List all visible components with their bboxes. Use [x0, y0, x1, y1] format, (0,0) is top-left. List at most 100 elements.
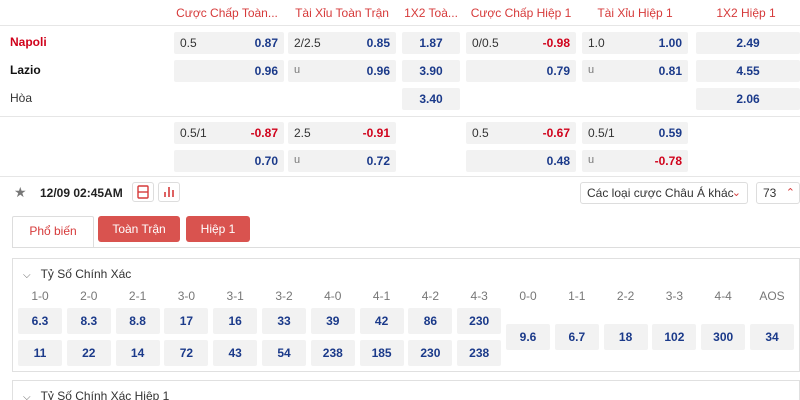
score-odds-cell[interactable]: 34 [750, 324, 794, 350]
chevron-down-icon: ⌄ [731, 187, 741, 199]
odds-value: 1.00 [658, 36, 682, 50]
correct-score-header[interactable]: ⌵ Tỷ Số Chính Xác [23, 267, 131, 281]
score-label: 2-0 [80, 289, 98, 303]
under-marker: u [588, 64, 595, 76]
score-label: 3-2 [275, 289, 293, 303]
odds-cell-1x2[interactable]: 3.40 [402, 88, 460, 110]
odds-cell-over-under[interactable]: u 0.72 [288, 150, 396, 172]
header-1x2-full: 1X2 Toà... [404, 6, 458, 20]
chevron-down-icon: ⌵ [23, 392, 31, 400]
odds-cell-over-under[interactable]: u 0.96 [288, 60, 396, 82]
odds-cell-over-under-h1[interactable]: 1.0 1.00 [582, 32, 688, 54]
score-label: 0-0 [519, 289, 537, 303]
score-odds-cell[interactable]: 8.3 [66, 308, 111, 334]
header-divider [0, 25, 800, 26]
score-odds-cell[interactable]: 72 [164, 340, 209, 366]
score-label: AOS [759, 289, 785, 303]
odds-cell-over-under-h1[interactable]: 0.5/1 0.59 [582, 122, 688, 144]
odds-cell-1x2[interactable]: 3.90 [402, 60, 460, 82]
team-draw: Hòa [10, 91, 33, 105]
odds-cell-handicap[interactable]: 0.5 0.87 [174, 32, 284, 54]
market-count-toggle[interactable]: 73 ⌃ [756, 182, 800, 204]
odds-value: 0.85 [366, 36, 390, 50]
score-odds-cell[interactable]: 54 [262, 340, 306, 366]
odds-value: 0.87 [254, 36, 278, 50]
score-odds-cell[interactable]: 185 [359, 340, 404, 366]
correct-score-h1-header[interactable]: ⌵ Tỷ Số Chính Xác Hiệp 1 [23, 389, 169, 400]
score-label: 4-4 [714, 289, 732, 303]
tab-popular[interactable]: Phổ biến [12, 216, 94, 248]
score-label: 3-0 [177, 289, 196, 303]
score-odds-cell[interactable]: 8.8 [115, 308, 160, 334]
total-line: 1.0 [588, 36, 605, 50]
handicap-line: 0.5 [180, 36, 197, 50]
odds-cell-1x2[interactable]: 1.87 [402, 32, 460, 54]
tabs-divider [12, 247, 800, 248]
market-type-dropdown[interactable]: Các loại cược Châu Á khác ⌄ [580, 182, 748, 204]
correct-score-title: Tỷ Số Chính Xác [40, 267, 132, 281]
odds-cell-handicap-h1[interactable]: 0.79 [466, 60, 576, 82]
score-odds-cell[interactable]: 9.6 [506, 324, 550, 350]
tab-full-match[interactable]: Toàn Trận [98, 216, 180, 242]
team-away: Lazio [10, 63, 41, 77]
odds-cell-handicap-h1[interactable]: 0.5 -0.67 [466, 122, 576, 144]
score-odds-cell[interactable]: 18 [603, 324, 648, 350]
team-home: Napoli [10, 35, 47, 49]
tab-half-1[interactable]: Hiệp 1 [186, 216, 250, 242]
total-line: 2/2.5 [294, 36, 321, 50]
odds-cell-handicap-h1[interactable]: 0.48 [466, 150, 576, 172]
header-1x2-h1: 1X2 Hiệp 1 [716, 6, 776, 20]
scoreboard-icon[interactable] [132, 182, 154, 202]
handicap-line: 0.5 [472, 126, 489, 140]
odds-cell-handicap[interactable]: 0.70 [174, 150, 284, 172]
odds-cell-1x2-h1[interactable]: 2.49 [696, 32, 800, 54]
odds-value: 0.70 [254, 154, 278, 168]
score-odds-cell[interactable]: 17 [164, 308, 209, 334]
header-over-under-h1: Tài Xỉu Hiệp 1 [597, 6, 673, 20]
score-odds-cell[interactable]: 33 [262, 308, 306, 334]
score-odds-cell[interactable]: 22 [66, 340, 111, 366]
score-odds-cell[interactable]: 39 [310, 308, 355, 334]
score-label: 4-0 [324, 289, 342, 303]
odds-value: 2.49 [736, 36, 760, 50]
odds-cell-handicap[interactable]: 0.5/1 -0.87 [174, 122, 284, 144]
chevron-down-icon: ⌵ [23, 270, 31, 281]
score-odds-cell[interactable]: 230 [457, 308, 502, 334]
under-marker: u [294, 64, 301, 76]
statistics-icon[interactable] [158, 182, 180, 202]
score-odds-cell[interactable]: 14 [115, 340, 160, 366]
odds-cell-over-under[interactable]: 2.5 -0.91 [288, 122, 396, 144]
odds-cell-1x2-h1[interactable]: 2.06 [696, 88, 800, 110]
favorite-star-icon[interactable]: ★ [14, 184, 27, 201]
score-odds-cell[interactable]: 6.3 [18, 308, 62, 334]
score-odds-cell[interactable]: 43 [213, 340, 258, 366]
odds-cell-handicap[interactable]: 0.96 [174, 60, 284, 82]
score-odds-cell[interactable]: 238 [310, 340, 355, 366]
odds-value: 2.06 [736, 92, 760, 106]
correct-score-h1-title: Tỷ Số Chính Xác Hiệp 1 [40, 389, 170, 400]
score-odds-cell[interactable]: 238 [457, 340, 502, 366]
row-divider [0, 116, 800, 117]
score-label: 4-3 [470, 289, 488, 303]
score-odds-cell[interactable]: 230 [408, 340, 453, 366]
score-odds-cell[interactable]: 16 [213, 308, 258, 334]
score-odds-cell[interactable]: 102 [652, 324, 697, 350]
odds-value: -0.87 [250, 126, 278, 140]
score-odds-cell[interactable]: 6.7 [554, 324, 599, 350]
score-odds-cell[interactable]: 300 [701, 324, 746, 350]
score-odds-cell[interactable]: 86 [408, 308, 453, 334]
score-odds-cell[interactable]: 42 [359, 308, 404, 334]
under-marker: u [294, 154, 301, 166]
odds-value: 0.72 [366, 154, 390, 168]
odds-cell-over-under-h1[interactable]: u -0.78 [582, 150, 688, 172]
header-handicap-h1: Cược Chấp Hiệp 1 [470, 6, 572, 20]
score-odds-cell[interactable]: 11 [18, 340, 62, 366]
odds-cell-handicap-h1[interactable]: 0/0.5 -0.98 [466, 32, 576, 54]
odds-cell-over-under[interactable]: 2/2.5 0.85 [288, 32, 396, 54]
odds-cell-over-under-h1[interactable]: u 0.81 [582, 60, 688, 82]
chevron-up-icon: ⌃ [785, 187, 795, 199]
score-label: 4-2 [421, 289, 440, 303]
odds-cell-1x2-h1[interactable]: 4.55 [696, 60, 800, 82]
odds-value: -0.98 [542, 36, 570, 50]
score-label: 3-3 [665, 289, 684, 303]
